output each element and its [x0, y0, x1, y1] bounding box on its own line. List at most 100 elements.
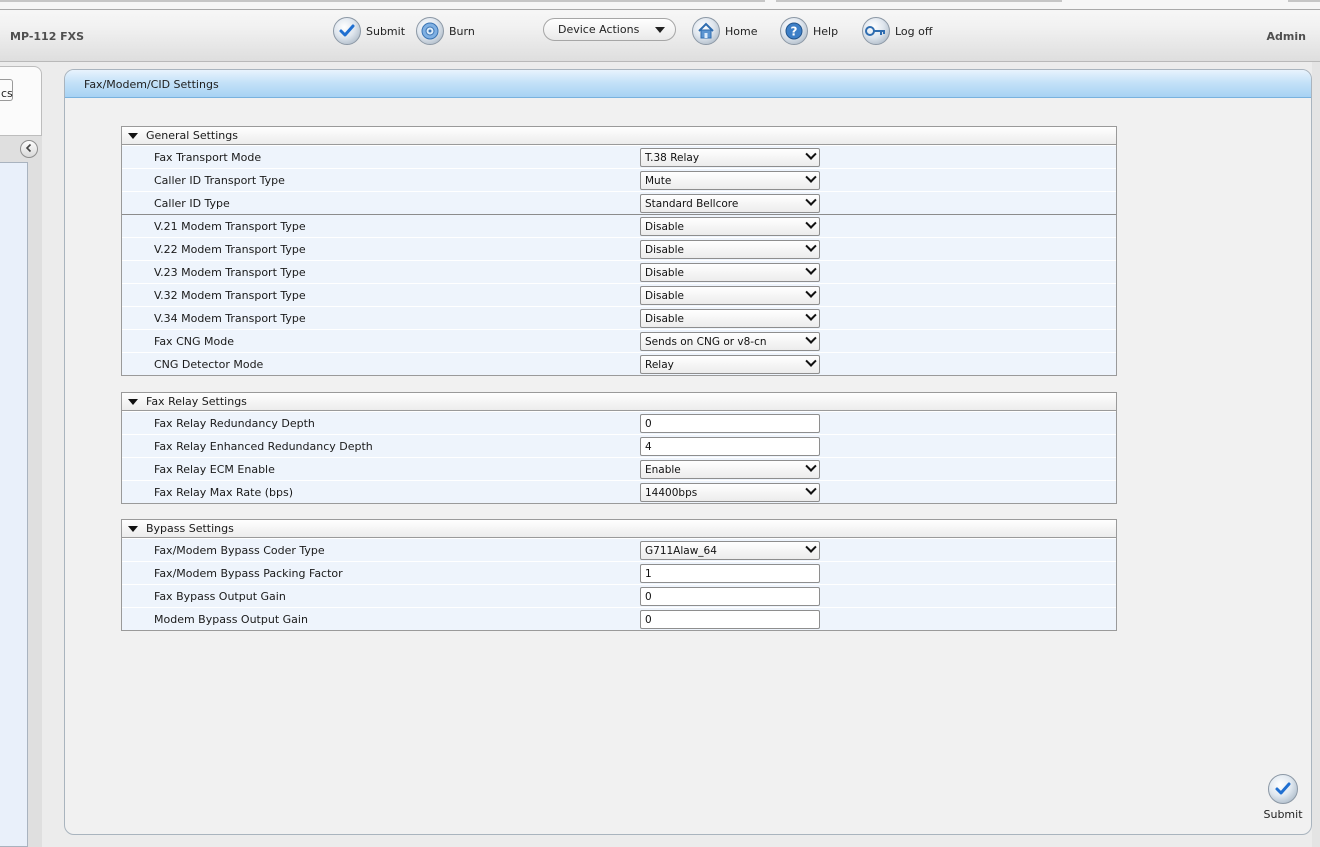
bypass-settings-header[interactable]: Bypass Settings: [122, 520, 1116, 538]
v22-modem-transport-type-select[interactable]: Disable: [640, 240, 820, 259]
field-label: Caller ID Type: [154, 197, 230, 210]
cng-detector-mode-select[interactable]: Relay: [640, 355, 820, 374]
modem-bypass-output-gain-input[interactable]: [640, 610, 820, 629]
chevron-down-icon: [805, 483, 817, 495]
fax-bypass-output-gain-row: Fax Bypass Output Gain: [122, 584, 1116, 607]
logoff-button[interactable]: Log off: [862, 16, 932, 46]
fax-bypass-output-gain-input[interactable]: [640, 587, 820, 606]
submit-button[interactable]: Submit: [333, 16, 405, 46]
fax-cng-mode-row: Fax CNG Mode Sends on CNG or v8-cn: [122, 329, 1116, 352]
bypass-coder-type-select[interactable]: G711Alaw_64: [640, 541, 820, 560]
field-label: Fax Relay Enhanced Redundancy Depth: [154, 440, 373, 453]
general-settings-header[interactable]: General Settings: [122, 127, 1116, 145]
product-name: MP-112 FXS: [10, 30, 85, 43]
select-value: Disable: [645, 313, 684, 325]
nav-tab-label: cs: [1, 87, 13, 100]
v21-modem-transport-type-select[interactable]: Disable: [640, 217, 820, 236]
chevron-down-icon: [805, 194, 817, 206]
navigation-tree-panel[interactable]: [0, 162, 28, 847]
field-label: Modem Bypass Output Gain: [154, 613, 308, 626]
right-scroll-edge: [1312, 62, 1320, 847]
select-value: Standard Bellcore: [645, 198, 739, 210]
field-label: Caller ID Transport Type: [154, 174, 285, 187]
nav-tab[interactable]: cs: [0, 66, 42, 136]
select-value: Sends on CNG or v8-cn: [645, 336, 767, 348]
logoff-button-label: Log off: [895, 24, 933, 38]
fax-relay-ecm-enable-select[interactable]: Enable: [640, 460, 820, 479]
chevron-down-icon: [805, 541, 817, 553]
help-icon: ?: [780, 17, 808, 45]
caller-id-type-select[interactable]: Standard Bellcore: [640, 194, 820, 213]
page-title: Fax/Modem/CID Settings: [84, 78, 219, 91]
chevron-down-icon: [805, 263, 817, 275]
burn-button-label: Burn: [449, 24, 475, 38]
bypass-settings-section: Bypass Settings Fax/Modem Bypass Coder T…: [121, 519, 1117, 631]
check-icon: [1268, 774, 1298, 804]
collapse-nav-button[interactable]: [20, 140, 38, 158]
field-label: Fax Relay ECM Enable: [154, 463, 275, 476]
chevron-down-icon: [805, 309, 817, 321]
help-button[interactable]: ? Help: [780, 16, 838, 46]
select-value: 14400bps: [645, 487, 698, 499]
field-label: V.21 Modem Transport Type: [154, 220, 306, 233]
fax-relay-settings-section: Fax Relay Settings Fax Relay Redundancy …: [121, 392, 1117, 504]
bypass-coder-type-row: Fax/Modem Bypass Coder Type G711Alaw_64: [122, 538, 1116, 561]
page-submit-button[interactable]: Submit: [1261, 774, 1305, 824]
top-toolbar: MP-112 FXS Submit Burn Device Actions Ho…: [0, 0, 1320, 62]
fax-relay-redundancy-depth-row: Fax Relay Redundancy Depth: [122, 411, 1116, 434]
v32-modem-transport-type-row: V.32 Modem Transport Type Disable: [122, 283, 1116, 306]
svg-text:?: ?: [791, 25, 798, 39]
fax-transport-mode-select[interactable]: T.38 Relay: [640, 148, 820, 167]
page-header: Fax/Modem/CID Settings: [65, 70, 1311, 98]
field-label: Fax Transport Mode: [154, 151, 262, 164]
home-button[interactable]: Home: [692, 16, 757, 46]
bypass-packing-factor-input[interactable]: [640, 564, 820, 583]
check-icon: [333, 17, 361, 45]
user-name: Admin: [1266, 30, 1306, 43]
fax-cng-mode-select[interactable]: Sends on CNG or v8-cn: [640, 332, 820, 351]
select-value: Disable: [645, 267, 684, 279]
select-value: G711Alaw_64: [645, 545, 717, 557]
field-label: V.32 Modem Transport Type: [154, 289, 306, 302]
key-icon: [862, 17, 890, 45]
chevron-down-icon: [805, 171, 817, 183]
chevron-left-icon: [24, 143, 34, 156]
select-value: Disable: [645, 244, 684, 256]
v23-modem-transport-type-select[interactable]: Disable: [640, 263, 820, 282]
triangle-down-icon: [128, 398, 138, 405]
select-value: Disable: [645, 290, 684, 302]
chevron-down-icon: [655, 27, 665, 33]
fax-relay-settings-header[interactable]: Fax Relay Settings: [122, 393, 1116, 411]
caller-id-type-row: Caller ID Type Standard Bellcore: [122, 191, 1116, 214]
fax-relay-redundancy-depth-input[interactable]: [640, 414, 820, 433]
main-panel: Fax/Modem/CID Settings General Settings …: [64, 69, 1312, 835]
fax-relay-max-rate-select[interactable]: 14400bps: [640, 483, 820, 502]
field-label: V.34 Modem Transport Type: [154, 312, 306, 325]
fax-relay-max-rate-row: Fax Relay Max Rate (bps) 14400bps: [122, 480, 1116, 503]
device-actions-label: Device Actions: [558, 23, 640, 36]
caller-id-transport-type-select[interactable]: Mute: [640, 171, 820, 190]
burn-button[interactable]: Burn: [416, 16, 475, 46]
v32-modem-transport-type-select[interactable]: Disable: [640, 286, 820, 305]
field-label: Fax CNG Mode: [154, 335, 234, 348]
field-label: V.23 Modem Transport Type: [154, 266, 306, 279]
field-label: Fax/Modem Bypass Packing Factor: [154, 567, 343, 580]
bypass-packing-factor-row: Fax/Modem Bypass Packing Factor: [122, 561, 1116, 584]
chevron-down-icon: [805, 355, 817, 367]
select-value: Disable: [645, 221, 684, 233]
device-actions-dropdown[interactable]: Device Actions: [543, 18, 676, 41]
v34-modem-transport-type-select[interactable]: Disable: [640, 309, 820, 328]
left-navigation: cs: [0, 66, 42, 847]
field-label: CNG Detector Mode: [154, 358, 264, 371]
chevron-down-icon: [805, 286, 817, 298]
chevron-down-icon: [805, 460, 817, 472]
chevron-down-icon: [805, 332, 817, 344]
caller-id-transport-type-row: Caller ID Transport Type Mute: [122, 168, 1116, 191]
fax-relay-enhanced-redundancy-depth-row: Fax Relay Enhanced Redundancy Depth: [122, 434, 1116, 457]
v34-modem-transport-type-row: V.34 Modem Transport Type Disable: [122, 306, 1116, 329]
field-label: Fax Relay Redundancy Depth: [154, 417, 315, 430]
v23-modem-transport-type-row: V.23 Modem Transport Type Disable: [122, 260, 1116, 283]
fax-relay-enhanced-redundancy-depth-input[interactable]: [640, 437, 820, 456]
fax-relay-ecm-enable-row: Fax Relay ECM Enable Enable: [122, 457, 1116, 480]
select-value: Enable: [645, 464, 681, 476]
